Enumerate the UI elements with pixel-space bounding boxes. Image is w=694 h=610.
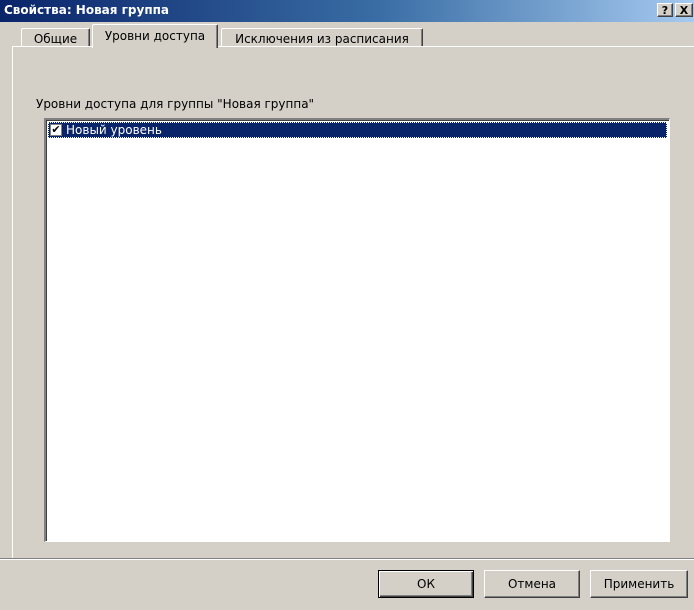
list-item-label: Новый уровень <box>66 123 162 137</box>
access-levels-label: Уровни доступа для группы "Новая группа" <box>36 97 315 111</box>
ok-button[interactable]: ОК <box>378 570 474 598</box>
tab-general[interactable]: Общие <box>21 28 90 48</box>
window-title: Свойства: Новая группа <box>4 3 170 17</box>
cancel-button[interactable]: Отмена <box>484 570 580 598</box>
access-levels-list[interactable]: ✔ Новый уровень <box>44 118 670 542</box>
tab-schedule-exceptions[interactable]: Исключения из расписания <box>221 28 423 48</box>
properties-dialog: Свойства: Новая группа ? X Общие Уровни … <box>0 0 694 610</box>
close-button[interactable]: X <box>675 3 693 17</box>
tab-access-levels[interactable]: Уровни доступа <box>92 24 218 48</box>
apply-button[interactable]: Применить <box>590 570 688 598</box>
checkbox-checked-icon[interactable]: ✔ <box>50 124 62 136</box>
bottom-separator <box>0 558 694 560</box>
help-button[interactable]: ? <box>657 3 673 17</box>
list-item[interactable]: ✔ Новый уровень <box>48 122 667 138</box>
title-bar[interactable]: Свойства: Новая группа ? X <box>0 0 694 22</box>
